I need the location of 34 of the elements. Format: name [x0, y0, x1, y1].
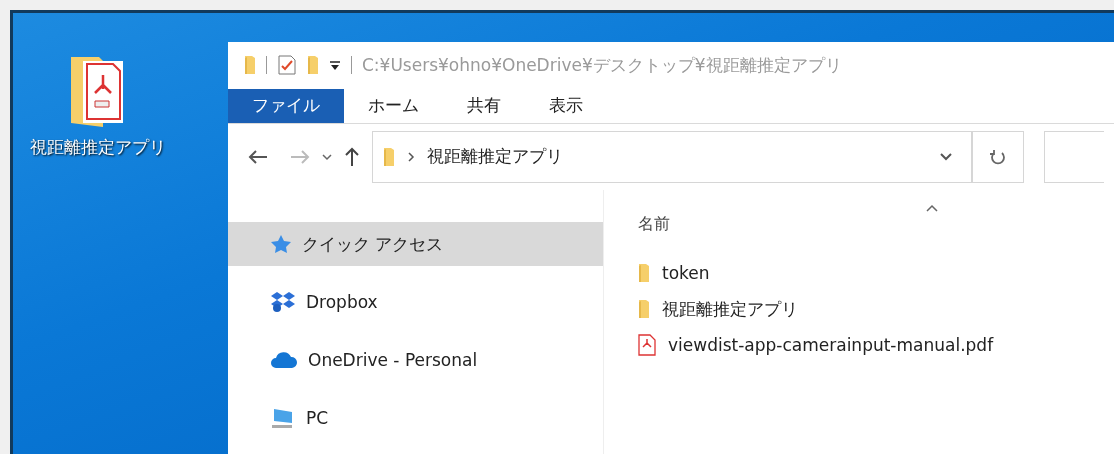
folder-icon: [307, 55, 319, 76]
chevron-right-icon: [407, 151, 415, 162]
folder-icon: [244, 55, 256, 76]
navigation-item[interactable]: OneDrive - Personal: [228, 338, 603, 382]
navigation-item[interactable]: クイック アクセス: [228, 222, 603, 266]
file-item[interactable]: token: [638, 255, 1114, 291]
chevron-down-icon[interactable]: [322, 152, 332, 161]
dropdown-caret-icon[interactable]: [329, 59, 341, 72]
refresh-icon: [989, 147, 1007, 166]
back-arrow-icon[interactable]: [248, 148, 268, 165]
folder-icon: [638, 263, 650, 283]
file-item[interactable]: 視距離推定アプリ: [638, 291, 1114, 327]
dropbox-icon: [270, 291, 296, 313]
properties-check-icon[interactable]: [277, 54, 297, 77]
up-arrow-icon[interactable]: [344, 146, 360, 167]
search-field[interactable]: [1044, 130, 1104, 183]
star-icon: [270, 234, 292, 254]
file-item[interactable]: viewdist-app-camerainput-manual.pdf: [638, 327, 1114, 363]
ribbon-tab[interactable]: 表示: [525, 88, 607, 123]
desktop-icon-label: 視距離推定アプリ: [30, 136, 166, 159]
ribbon-tab[interactable]: ファイル: [228, 88, 344, 123]
sort-caret-icon[interactable]: [926, 204, 938, 212]
address-bar[interactable]: 視距離推定アプリ: [372, 130, 972, 183]
folder-icon: [638, 299, 650, 319]
window-title: C:¥Users¥ohno¥OneDrive¥デスクトップ¥視距離推定アプリ: [362, 53, 842, 77]
pdf-file-icon: [638, 334, 656, 356]
folder-icon: [383, 146, 395, 167]
navigation-item[interactable]: Dropbox: [228, 280, 603, 324]
ribbon-tab[interactable]: 共有: [443, 88, 525, 123]
chevron-down-icon[interactable]: [939, 151, 953, 162]
column-header[interactable]: 名前: [638, 214, 938, 235]
ribbon-tab[interactable]: ホーム: [344, 88, 443, 123]
navigation-item[interactable]: PC: [228, 396, 603, 440]
cloud-icon: [270, 351, 298, 369]
